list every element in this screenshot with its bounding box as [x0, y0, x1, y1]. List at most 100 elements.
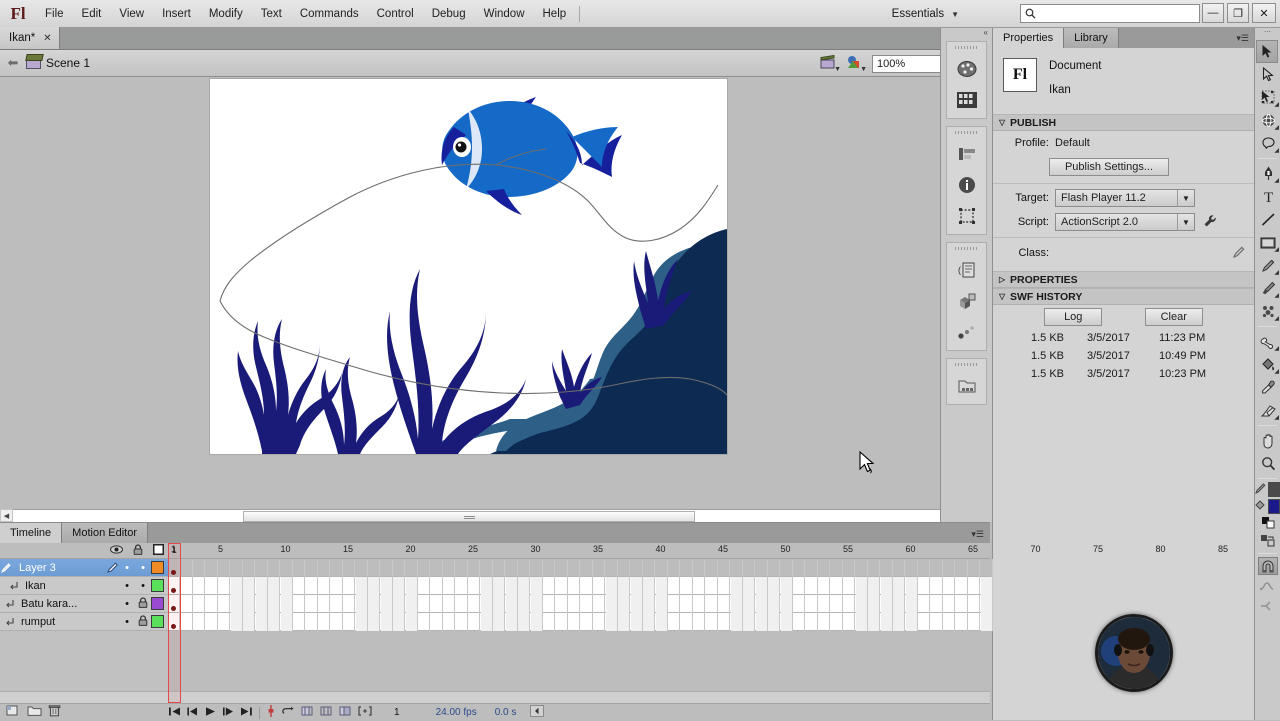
frame-cell[interactable] — [456, 577, 468, 595]
lock-icon[interactable] — [133, 543, 143, 558]
frame-cell[interactable] — [543, 613, 555, 631]
swap-colors-icon[interactable] — [1260, 534, 1276, 550]
eraser-tool[interactable]: ◢ — [1256, 399, 1280, 422]
scene-label[interactable]: Scene 1 — [46, 56, 90, 70]
frame-cell[interactable] — [980, 595, 993, 613]
frame-cell[interactable] — [768, 559, 780, 577]
modify-onion-markers-button[interactable] — [358, 705, 372, 720]
frame-cell[interactable] — [793, 613, 805, 631]
frame-cell[interactable] — [418, 595, 430, 613]
frame-cell[interactable] — [456, 595, 468, 613]
frame-cell[interactable] — [480, 613, 493, 631]
frame-cell[interactable] — [730, 613, 743, 631]
frame-cell[interactable] — [968, 559, 980, 577]
frame-cell[interactable] — [693, 577, 705, 595]
frame-cell[interactable] — [506, 559, 518, 577]
frame-cell[interactable] — [931, 595, 943, 613]
scroll-left-arrow-icon[interactable]: ◀ — [0, 509, 13, 522]
menu-help[interactable]: Help — [534, 0, 576, 28]
frame-cell[interactable] — [581, 559, 593, 577]
frame-cell[interactable] — [855, 595, 868, 613]
frame-cell[interactable] — [268, 559, 280, 577]
visibility-toggle[interactable]: • — [119, 580, 135, 592]
menu-modify[interactable]: Modify — [200, 0, 252, 28]
frame-cell[interactable] — [843, 595, 855, 613]
layer-row-rumput[interactable]: rumput • — [0, 613, 168, 631]
frame-cell[interactable] — [243, 559, 255, 577]
frame-cell[interactable] — [931, 559, 943, 577]
layer-name[interactable]: Batu kara... — [17, 598, 119, 610]
frame-cell[interactable] — [518, 613, 530, 631]
frame-cell[interactable] — [181, 595, 193, 613]
frame-cell[interactable] — [331, 559, 343, 577]
frame-cell[interactable] — [418, 577, 430, 595]
frame-cell[interactable] — [756, 559, 768, 577]
code-snippets-icon[interactable]: ( — [947, 254, 986, 285]
frame-cell[interactable] — [581, 577, 593, 595]
frame-cell[interactable] — [268, 577, 280, 595]
frame-cell[interactable] — [755, 577, 768, 595]
frame-cell[interactable] — [568, 559, 580, 577]
frame-cell[interactable] — [618, 613, 630, 631]
frame-cell[interactable] — [668, 613, 680, 631]
frame-cell[interactable] — [905, 595, 918, 613]
loop-playback-button[interactable] — [281, 706, 296, 720]
frame-cell[interactable] — [831, 559, 843, 577]
keyframe-marker[interactable] — [171, 588, 176, 593]
panel-grip[interactable] — [955, 44, 978, 51]
timeline-menu-icon[interactable]: ▾☰ — [971, 529, 984, 540]
edit-symbols-icon[interactable]: ▼ — [846, 55, 867, 73]
frame-cell[interactable] — [606, 559, 618, 577]
actionscript-settings-icon[interactable] — [1203, 214, 1217, 231]
profile-value[interactable]: Default — [1055, 137, 1090, 149]
stage-area[interactable]: ▼ ◀ ▶ — [0, 77, 990, 522]
selection-tool[interactable] — [1256, 40, 1278, 63]
brush-tool[interactable]: ◢ — [1256, 277, 1280, 300]
frame-cell[interactable] — [980, 613, 993, 631]
components-icon[interactable] — [947, 285, 986, 316]
frame-cell[interactable] — [318, 613, 330, 631]
frame-cell[interactable] — [405, 577, 418, 595]
expand-panels-icon[interactable]: « — [941, 28, 992, 41]
layer-name[interactable]: Layer 3 — [13, 562, 106, 574]
frame-cell[interactable] — [280, 595, 293, 613]
frame-cell[interactable] — [856, 559, 868, 577]
frame-cell[interactable] — [193, 595, 205, 613]
frame-cell[interactable] — [431, 613, 443, 631]
frame-cell[interactable] — [443, 595, 455, 613]
frame-cell[interactable] — [268, 595, 280, 613]
black-and-white-icon[interactable] — [1261, 516, 1275, 532]
frame-cell[interactable] — [218, 613, 230, 631]
frame-cell[interactable] — [618, 577, 630, 595]
menu-window[interactable]: Window — [475, 0, 534, 28]
frame-cell[interactable] — [255, 577, 268, 595]
frame-cell[interactable] — [893, 577, 905, 595]
3d-rotation-tool[interactable]: ◢ — [1256, 109, 1280, 132]
frame-cell[interactable] — [943, 595, 955, 613]
publish-settings-button[interactable]: Publish Settings... — [1049, 158, 1169, 176]
snap-to-objects-magnet-icon[interactable] — [1258, 557, 1278, 575]
frame-cell[interactable] — [881, 559, 893, 577]
frame-cell[interactable] — [468, 613, 480, 631]
frame-cell[interactable] — [818, 595, 830, 613]
delete-layer-button[interactable] — [48, 704, 61, 720]
zoom-tool[interactable] — [1256, 452, 1280, 475]
frame-cell[interactable] — [880, 577, 893, 595]
frame-cell[interactable] — [393, 613, 405, 631]
frame-cell[interactable] — [493, 559, 505, 577]
frame-cell[interactable] — [743, 595, 755, 613]
frame-cell[interactable] — [505, 577, 518, 595]
frame-cell[interactable] — [230, 613, 243, 631]
close-icon[interactable]: ✕ — [43, 33, 51, 44]
frame-cell[interactable] — [355, 613, 368, 631]
frame-cell[interactable] — [806, 613, 818, 631]
frame-cell[interactable] — [493, 577, 505, 595]
frame-cell[interactable] — [868, 577, 880, 595]
frame-cell[interactable] — [693, 559, 705, 577]
frame-row[interactable] — [168, 577, 993, 595]
frame-cell[interactable] — [693, 595, 705, 613]
frame-cell[interactable] — [418, 613, 430, 631]
keyframe-marker[interactable] — [171, 624, 176, 629]
frame-cell[interactable] — [468, 559, 480, 577]
onion-skin-button[interactable] — [301, 705, 315, 720]
